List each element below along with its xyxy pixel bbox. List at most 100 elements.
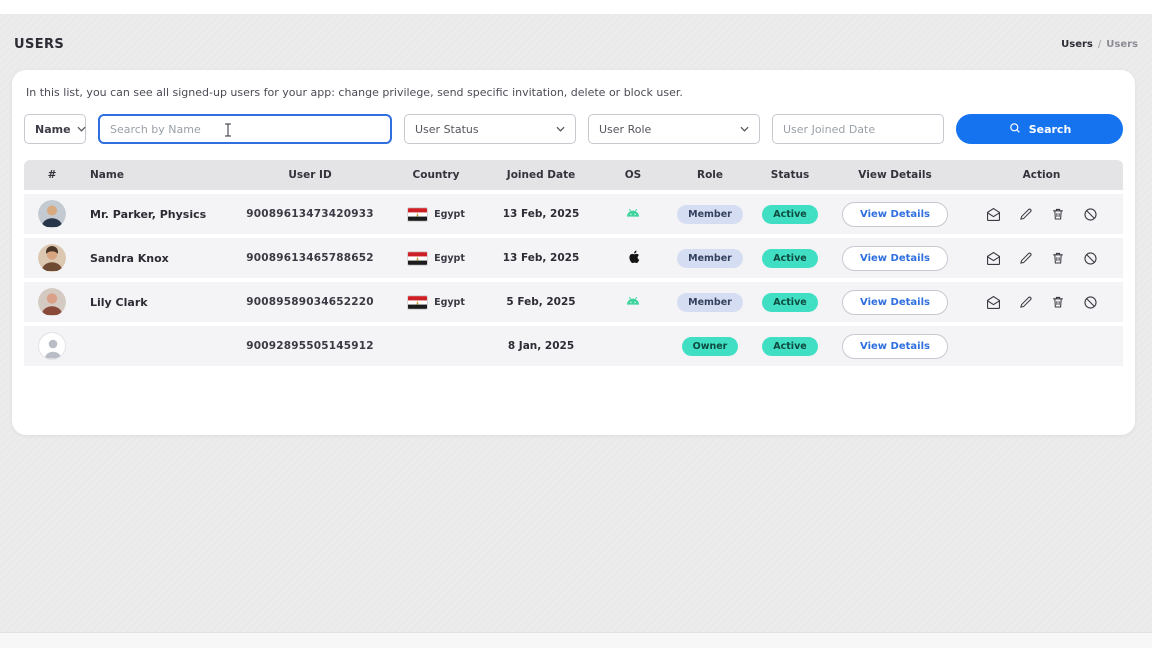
search-field-select-value: Name [35, 123, 71, 136]
users-table: # Name User ID Country Joined Date OS Ro… [24, 160, 1123, 366]
chevron-down-icon [556, 126, 565, 132]
header-country: Country [386, 169, 486, 181]
view-details-button[interactable]: View Details [842, 334, 948, 359]
block-button[interactable] [1082, 206, 1099, 223]
role-badge: Member [677, 249, 743, 268]
trash-icon [1050, 294, 1066, 310]
table-row: 90092895505145912 8 Jan, 2025 Owner Acti… [24, 326, 1123, 366]
search-input[interactable] [98, 114, 392, 144]
egypt-flag-icon [407, 207, 428, 222]
table-header-row: # Name User ID Country Joined Date OS Ro… [24, 160, 1123, 190]
breadcrumb-current: Users [1106, 39, 1138, 50]
user-status-select-value: User Status [415, 123, 479, 136]
table-row: Lily Clark 90089589034652220 Egypt 5 Feb… [24, 282, 1123, 322]
header-user-id: User ID [234, 169, 386, 181]
delete-button[interactable] [1050, 294, 1066, 310]
view-details-button[interactable]: View Details [842, 202, 948, 227]
mail-icon [985, 250, 1002, 267]
view-details-button[interactable]: View Details [842, 290, 948, 315]
trash-icon [1050, 250, 1066, 266]
user-id: 90089613465788652 [234, 252, 386, 264]
page-title: USERS [14, 37, 64, 52]
edit-button[interactable] [1018, 294, 1034, 310]
edit-button[interactable] [1018, 206, 1034, 222]
search-icon [1008, 121, 1022, 138]
pencil-icon [1018, 250, 1034, 266]
header-index: # [24, 169, 80, 181]
role-badge: Member [677, 293, 743, 312]
pencil-icon [1018, 294, 1034, 310]
joined-date-input[interactable] [772, 114, 944, 144]
header-view-details: View Details [830, 169, 960, 181]
apple-icon [627, 249, 640, 268]
delete-button[interactable] [1050, 206, 1066, 222]
block-button[interactable] [1082, 294, 1099, 311]
header-status: Status [750, 169, 830, 181]
user-id: 90092895505145912 [234, 340, 386, 352]
filter-bar: Name User Status User Role [24, 114, 1123, 144]
user-role-select[interactable]: User Role [588, 114, 760, 144]
joined-date: 13 Feb, 2025 [486, 252, 596, 264]
user-name: Mr. Parker, Physics [80, 208, 234, 221]
egypt-flag-icon [407, 295, 428, 310]
status-badge: Active [762, 293, 817, 312]
panel-description: In this list, you can see all signed-up … [24, 86, 1123, 99]
avatar [38, 200, 66, 228]
search-button-label: Search [1029, 123, 1072, 136]
android-icon [624, 207, 642, 221]
country-label: Egypt [434, 253, 465, 264]
role-badge: Owner [682, 337, 739, 356]
block-icon [1082, 294, 1099, 311]
egypt-flag-icon [407, 251, 428, 266]
delete-button[interactable] [1050, 250, 1066, 266]
table-row: Mr. Parker, Physics 90089613473420933 Eg… [24, 194, 1123, 234]
top-strip [0, 0, 1152, 14]
pencil-icon [1018, 206, 1034, 222]
chevron-down-icon [740, 126, 749, 132]
avatar [38, 244, 66, 272]
bottom-strip [0, 632, 1152, 648]
status-badge: Active [762, 205, 817, 224]
breadcrumb-separator: / [1098, 39, 1101, 50]
avatar-placeholder [38, 332, 66, 360]
joined-date: 5 Feb, 2025 [486, 296, 596, 308]
header-role: Role [670, 169, 750, 181]
user-id: 90089589034652220 [234, 296, 386, 308]
trash-icon [1050, 206, 1066, 222]
country-label: Egypt [434, 209, 465, 220]
user-status-select[interactable]: User Status [404, 114, 576, 144]
block-icon [1082, 250, 1099, 267]
android-icon [624, 295, 642, 309]
user-name: Lily Clark [80, 296, 234, 309]
status-badge: Active [762, 337, 817, 356]
mail-icon [985, 294, 1002, 311]
table-row: Sandra Knox 90089613465788652 Egypt 13 F… [24, 238, 1123, 278]
search-field-select[interactable]: Name [24, 114, 86, 144]
user-id: 90089613473420933 [234, 208, 386, 220]
breadcrumb-root[interactable]: Users [1061, 39, 1093, 50]
search-input-wrap [98, 114, 392, 144]
block-button[interactable] [1082, 250, 1099, 267]
user-name: Sandra Knox [80, 252, 234, 265]
invite-button[interactable] [985, 250, 1002, 267]
mail-icon [985, 206, 1002, 223]
edit-button[interactable] [1018, 250, 1034, 266]
page-header: USERS Users / Users [0, 28, 1152, 60]
user-role-select-value: User Role [599, 123, 651, 136]
header-os: OS [596, 169, 670, 181]
invite-button[interactable] [985, 206, 1002, 223]
status-badge: Active [762, 249, 817, 268]
search-button[interactable]: Search [956, 114, 1123, 144]
avatar [38, 288, 66, 316]
joined-date: 13 Feb, 2025 [486, 208, 596, 220]
header-action: Action [960, 169, 1123, 181]
view-details-button[interactable]: View Details [842, 246, 948, 271]
invite-button[interactable] [985, 294, 1002, 311]
country-label: Egypt [434, 297, 465, 308]
users-panel: In this list, you can see all signed-up … [12, 70, 1135, 435]
block-icon [1082, 206, 1099, 223]
header-name: Name [80, 169, 234, 181]
users-page: USERS Users / Users In this list, you ca… [0, 0, 1152, 648]
joined-date: 8 Jan, 2025 [486, 340, 596, 352]
role-badge: Member [677, 205, 743, 224]
